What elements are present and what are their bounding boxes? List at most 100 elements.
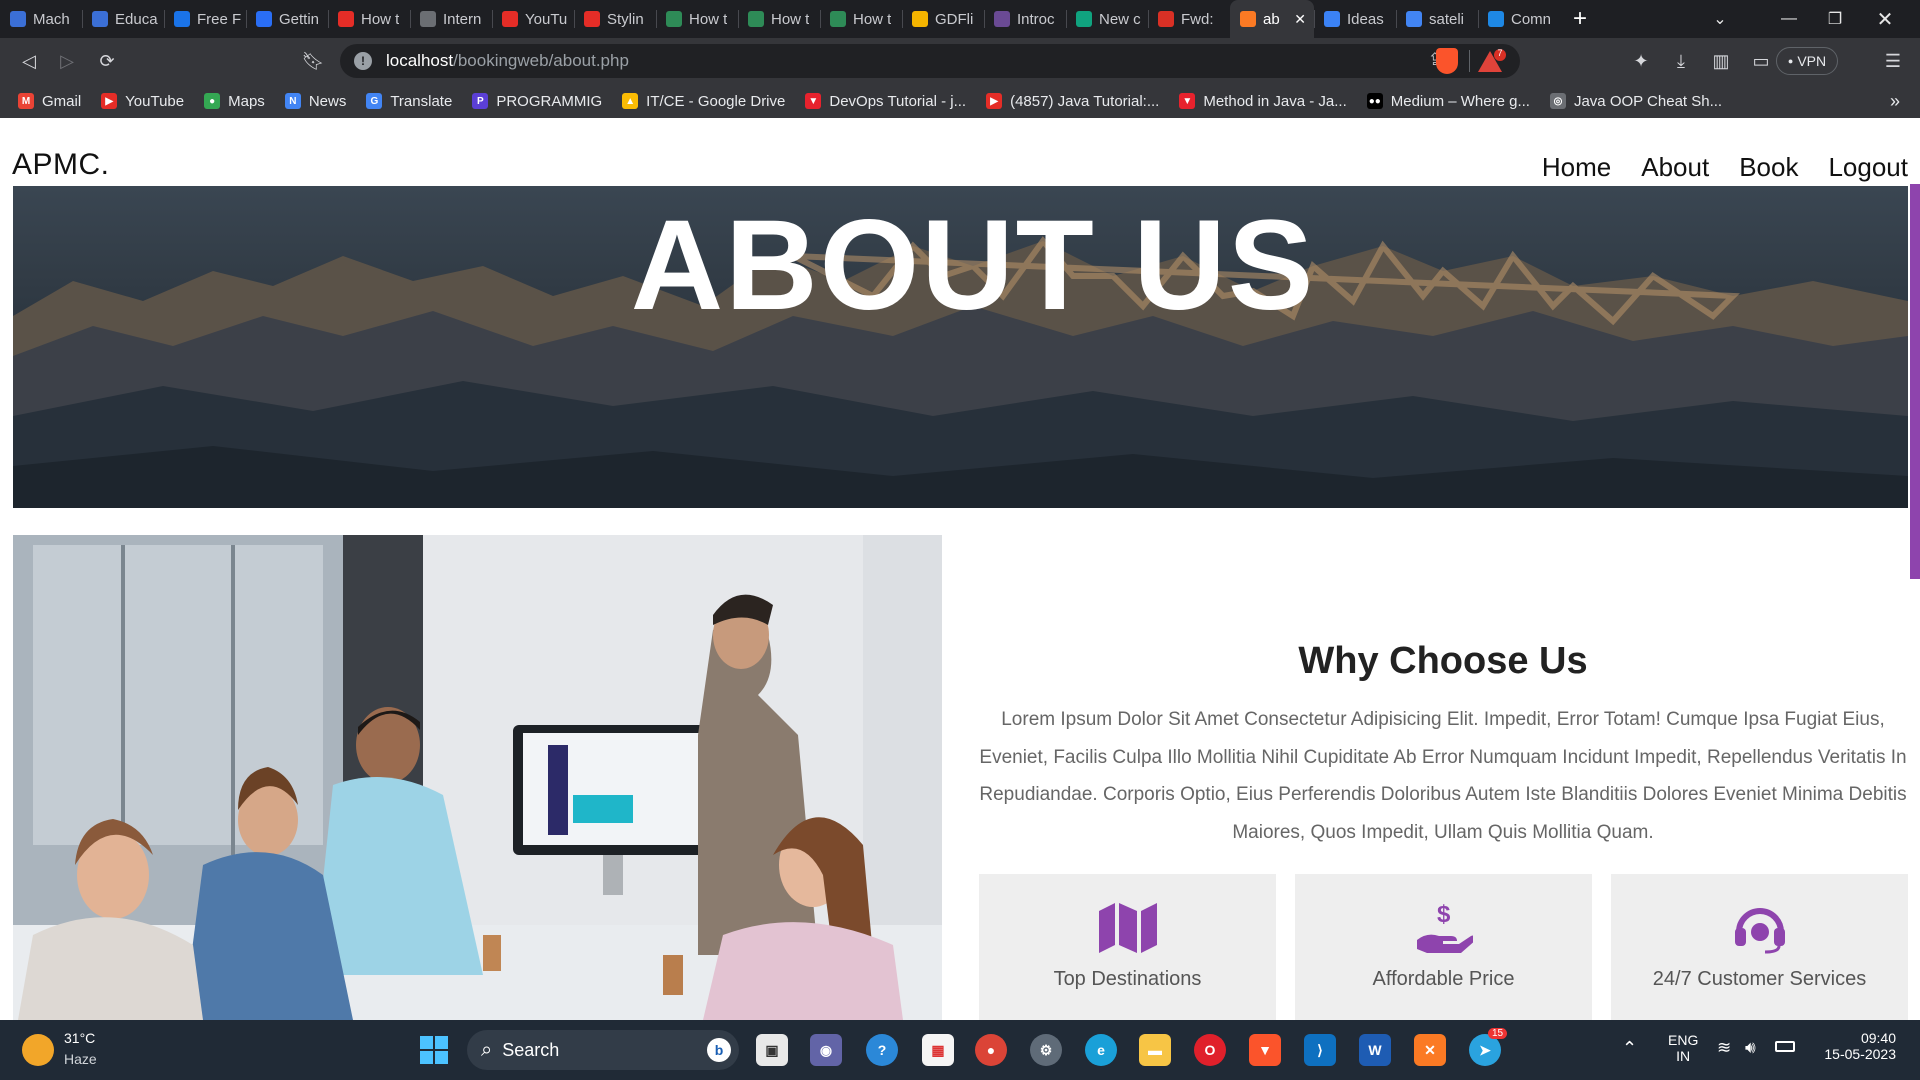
close-window-button[interactable]: ✕ bbox=[1862, 0, 1908, 38]
bookmark-item[interactable]: P PROGRAMMIG bbox=[472, 93, 602, 110]
bookmark-item[interactable]: ▼ DevOps Tutorial - j... bbox=[805, 93, 966, 110]
reload-button[interactable]: ⟳ bbox=[94, 48, 120, 74]
tab-search-chevron-icon[interactable]: ⌄ bbox=[1700, 0, 1740, 38]
new-tab-button[interactable]: + bbox=[1560, 5, 1600, 33]
opera-icon[interactable]: O bbox=[1194, 1034, 1226, 1066]
teams-chat-icon[interactable]: ◉ bbox=[810, 1034, 842, 1066]
tab-close-icon[interactable]: ✕ bbox=[1294, 11, 1306, 28]
windows-start-icon[interactable] bbox=[418, 1034, 450, 1066]
bookmark-item[interactable]: ▼ Method in Java - Ja... bbox=[1179, 93, 1347, 110]
tab-favicon-icon bbox=[748, 11, 764, 27]
tab-favicon-icon bbox=[1240, 11, 1256, 27]
browser-tab[interactable]: Introc bbox=[984, 0, 1066, 38]
brave-shields-icon[interactable] bbox=[1436, 48, 1458, 74]
store-icon[interactable]: ▦ bbox=[922, 1034, 954, 1066]
downloads-icon[interactable]: ⤓ bbox=[1668, 48, 1694, 74]
browser-tab[interactable]: Intern bbox=[410, 0, 492, 38]
task-view-icon[interactable]: ▣ bbox=[756, 1034, 788, 1066]
menu-icon[interactable]: ☰ bbox=[1880, 48, 1906, 74]
vpn-button[interactable]: ● VPN bbox=[1776, 47, 1838, 75]
browser-tab[interactable]: Ideas bbox=[1314, 0, 1396, 38]
tab-favicon-icon bbox=[666, 11, 682, 27]
bookmark-item[interactable]: ● Maps bbox=[204, 93, 265, 110]
wifi-icon[interactable]: ≋ bbox=[1717, 1038, 1731, 1058]
weather-temp[interactable]: 31°C bbox=[64, 1030, 95, 1046]
hero-title: ABOUT US bbox=[630, 194, 1316, 337]
address-bar[interactable]: ! localhost/bookingweb/about.php ⇪ bbox=[340, 44, 1520, 78]
forward-button[interactable]: ▷ bbox=[54, 48, 80, 74]
bookmark-item[interactable]: ▶ (4857) Java Tutorial:... bbox=[986, 93, 1159, 110]
browser-tab[interactable]: Educa bbox=[82, 0, 164, 38]
windows-taskbar: 31°C Haze ⌕ Search b ▣ ◉ ? ▦ ● ⚙ e ▬ O ▼… bbox=[0, 1020, 1920, 1080]
browser-tab[interactable]: How t bbox=[820, 0, 902, 38]
bing-icon[interactable]: b bbox=[707, 1038, 731, 1062]
browser-tab[interactable]: Free F bbox=[164, 0, 246, 38]
volume-icon[interactable]: 🔊︎ bbox=[1745, 1038, 1756, 1058]
browser-tab[interactable]: Gettin bbox=[246, 0, 328, 38]
browser-tab[interactable]: Mach bbox=[0, 0, 82, 38]
tray-chevron-icon[interactable]: ⌃ bbox=[1622, 1038, 1637, 1059]
bookmark-item[interactable]: ▶ YouTube bbox=[101, 93, 184, 110]
bookmark-item[interactable]: ◎ Java OOP Cheat Sh... bbox=[1549, 93, 1722, 110]
wallet-icon[interactable]: ▭ bbox=[1748, 48, 1774, 74]
vscode-icon[interactable]: ⟩ bbox=[1304, 1034, 1336, 1066]
browser-tab[interactable]: Comn bbox=[1478, 0, 1560, 38]
weather-sun-icon[interactable] bbox=[22, 1034, 54, 1066]
browser-tab[interactable]: GDFli bbox=[902, 0, 984, 38]
browser-tab[interactable]: sateli bbox=[1396, 0, 1478, 38]
chrome-icon[interactable]: ● bbox=[975, 1034, 1007, 1066]
nav-book-link[interactable]: Book bbox=[1739, 152, 1798, 183]
bookmark-item[interactable]: ●● Medium – Where g... bbox=[1366, 93, 1530, 110]
bookmark-label: YouTube bbox=[125, 92, 185, 110]
tab-favicon-icon bbox=[420, 11, 436, 27]
bookmark-item[interactable]: ▲ IT/CE - Google Drive bbox=[622, 93, 785, 110]
url-text[interactable]: localhost/bookingweb/about.php bbox=[386, 51, 629, 71]
clock[interactable]: 09:40 15-05-2023 bbox=[1816, 1030, 1896, 1062]
extensions-icon[interactable]: ✦ bbox=[1628, 48, 1654, 74]
browser-tab[interactable]: ab ✕ bbox=[1230, 0, 1314, 38]
battery-icon[interactable] bbox=[1775, 1041, 1795, 1052]
language-indicator[interactable]: ENG IN bbox=[1668, 1032, 1698, 1064]
browser-tab[interactable]: How t bbox=[328, 0, 410, 38]
bookmark-item[interactable]: M Gmail bbox=[18, 93, 81, 110]
bookmark-item[interactable]: N News bbox=[284, 93, 346, 110]
feature-card-support[interactable]: 24/7 Customer Services bbox=[1611, 874, 1908, 1020]
restore-button[interactable]: ❐ bbox=[1812, 0, 1858, 38]
nav-about-link[interactable]: About bbox=[1641, 152, 1709, 183]
weather-desc: Haze bbox=[64, 1051, 97, 1067]
bookmark-item[interactable]: G Translate bbox=[366, 93, 452, 110]
bookmark-label: (4857) Java Tutorial:... bbox=[1010, 92, 1160, 110]
brave-taskbar-icon[interactable]: ▼ bbox=[1249, 1034, 1281, 1066]
taskbar-search[interactable]: ⌕ Search b bbox=[467, 1030, 739, 1070]
feature-card-price[interactable]: $ Affordable Price bbox=[1295, 874, 1592, 1020]
nav-home-link[interactable]: Home bbox=[1542, 152, 1611, 183]
brave-rewards-icon[interactable]: 7 bbox=[1478, 48, 1506, 79]
bookmark-icon[interactable]: 🔖︎ bbox=[300, 48, 326, 74]
minimize-button[interactable]: — bbox=[1766, 0, 1812, 38]
back-button[interactable]: ◁ bbox=[16, 48, 42, 74]
page-scroll-indicator[interactable] bbox=[1910, 184, 1920, 579]
svg-text:$: $ bbox=[1437, 901, 1451, 928]
settings-gear-icon[interactable]: ⚙ bbox=[1030, 1034, 1062, 1066]
word-icon[interactable]: W bbox=[1359, 1034, 1391, 1066]
why-choose-us-section: Why Choose Us Lorem Ipsum Dolor Sit Amet… bbox=[978, 533, 1908, 851]
clock-time: 09:40 bbox=[1860, 1030, 1896, 1046]
edge-icon[interactable]: e bbox=[1085, 1034, 1117, 1066]
browser-tab[interactable]: Fwd: bbox=[1148, 0, 1230, 38]
browser-tab[interactable]: How t bbox=[656, 0, 738, 38]
help-icon[interactable]: ? bbox=[866, 1034, 898, 1066]
file-explorer-icon[interactable]: ▬ bbox=[1139, 1034, 1171, 1066]
browser-tab[interactable]: How t bbox=[738, 0, 820, 38]
browser-tab[interactable]: YouTu bbox=[492, 0, 574, 38]
site-logo[interactable]: APMC. bbox=[12, 148, 110, 182]
feature-card-destinations[interactable]: Top Destinations bbox=[979, 874, 1276, 1020]
browser-tab[interactable]: New c bbox=[1066, 0, 1148, 38]
site-info-icon[interactable]: ! bbox=[354, 52, 372, 70]
bookmark-label: Maps bbox=[228, 92, 265, 110]
nav-logout-link[interactable]: Logout bbox=[1828, 152, 1908, 183]
more-bookmarks-icon[interactable]: » bbox=[1890, 84, 1900, 118]
browser-tab[interactable]: Stylin bbox=[574, 0, 656, 38]
sidebar-icon[interactable]: ▥ bbox=[1708, 48, 1734, 74]
tab-favicon-icon bbox=[584, 11, 600, 27]
xampp-icon[interactable]: ✕ bbox=[1414, 1034, 1446, 1066]
